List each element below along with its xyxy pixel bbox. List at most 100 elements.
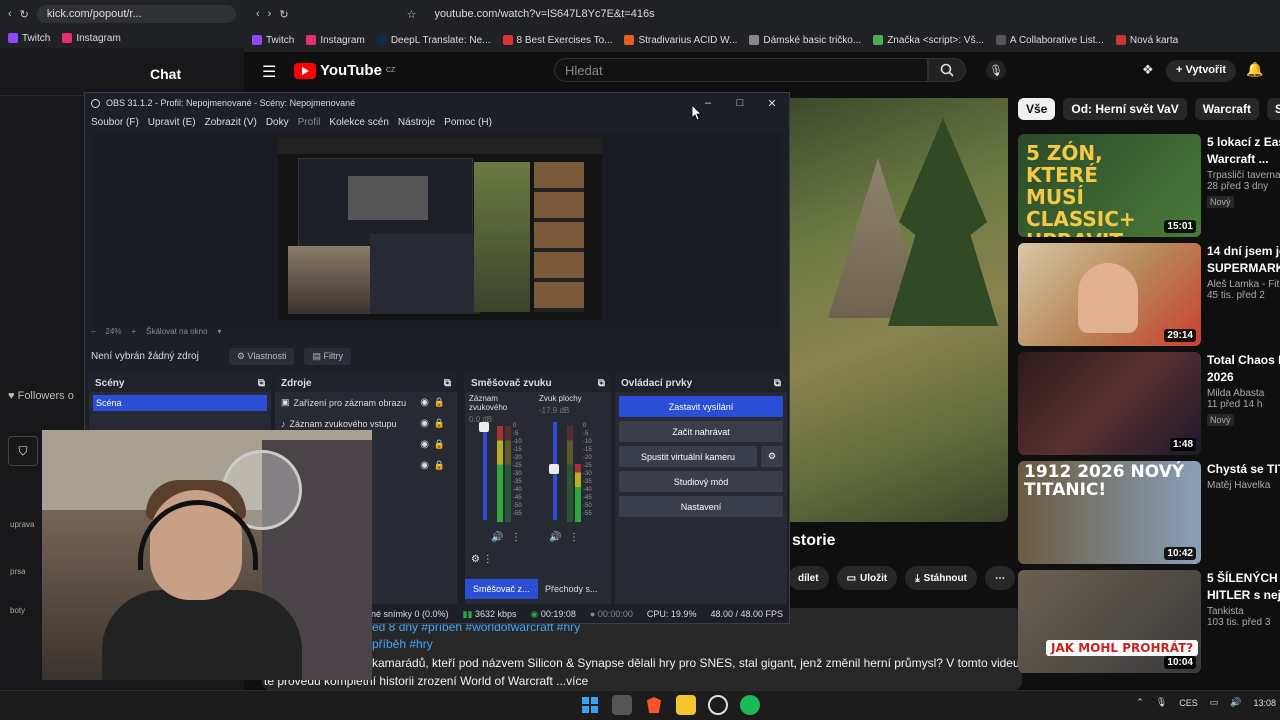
close-icon[interactable]: ✕ xyxy=(757,93,787,113)
volume-slider[interactable] xyxy=(483,422,487,520)
source-row-camera[interactable]: ▣ Zařízení pro záznam obrazu ◉ 🔒 xyxy=(275,392,457,413)
chevron-down-icon[interactable]: ▾ xyxy=(218,327,222,336)
lock-icon[interactable]: 🔒 xyxy=(434,439,445,450)
settings-button[interactable]: Nastavení xyxy=(619,496,783,517)
menu-edit[interactable]: Upravit (E) xyxy=(148,117,196,128)
scene-item[interactable]: Scéna xyxy=(93,395,267,411)
menu-tools[interactable]: Nástroje xyxy=(398,117,435,128)
kebab-menu-icon[interactable]: ⋮ xyxy=(569,532,579,543)
back-icon[interactable]: ‹ xyxy=(8,8,12,20)
forward-icon[interactable]: › xyxy=(268,8,272,20)
bookmark-exercises[interactable]: 8 Best Exercises To... xyxy=(502,35,612,46)
menu-scene-collection[interactable]: Kolekce scén xyxy=(329,117,388,128)
language-indicator[interactable]: CES xyxy=(1179,698,1198,708)
reload-icon[interactable]: ↻ xyxy=(20,8,29,21)
clock[interactable]: 13:08 xyxy=(1253,698,1276,708)
menu-icon[interactable]: ☰ xyxy=(262,62,276,82)
shield-icon[interactable]: ⛉ xyxy=(8,436,38,466)
menu-view[interactable]: Zobrazit (V) xyxy=(205,117,257,128)
stop-streaming-button[interactable]: Zastavit vysílání xyxy=(619,396,783,417)
task-view-icon[interactable] xyxy=(612,695,632,715)
bookmark-collaborative[interactable]: A Collaborative List... xyxy=(995,35,1104,46)
list-item[interactable]: 1:48 Total Chaos K K2 Č Budějov 12 8 202… xyxy=(1018,352,1280,461)
chip-channel[interactable]: Od: Herní svět VaV xyxy=(1063,98,1187,120)
back-icon[interactable]: ‹ xyxy=(256,8,260,20)
dock-popout-icon[interactable]: ⧉ xyxy=(444,378,451,389)
list-item[interactable]: 29:14 14 dní jsem je JEN HOTOVK SUPERMAR… xyxy=(1018,243,1280,352)
list-item[interactable]: 5 ZÓN, KTERÉ MUSÍ CLASSIC+ UPRAVIT 15:01… xyxy=(1018,134,1280,243)
youtube-logo[interactable]: YouTube CZ xyxy=(294,62,395,79)
download-button[interactable]: ⤓ Stáhnout xyxy=(905,566,977,590)
volume-slider-handle[interactable] xyxy=(549,464,559,474)
visibility-eye-icon[interactable]: ◉ xyxy=(420,439,429,450)
microphone-tray-icon[interactable]: 🎙 xyxy=(1156,697,1167,708)
video-player[interactable] xyxy=(788,98,1008,522)
search-icon[interactable] xyxy=(928,58,966,82)
filters-button[interactable]: ▤ Filtry xyxy=(304,347,351,365)
lock-icon[interactable]: 🔒 xyxy=(434,460,445,471)
notifications-bell-icon[interactable]: 🔔 xyxy=(1246,61,1263,78)
scale-to-window[interactable]: Škálovat na okno xyxy=(146,327,207,336)
reload-icon[interactable]: ↻ xyxy=(279,8,288,21)
properties-button[interactable]: ⚙ Vlastnosti xyxy=(228,347,295,365)
dock-popout-icon[interactable]: ⧉ xyxy=(258,378,265,389)
description-hashtags[interactable]: příběh #hry xyxy=(372,637,433,651)
menu-help[interactable]: Pomoc (H) xyxy=(444,117,492,128)
bookmark-star-icon[interactable]: ☆ xyxy=(407,8,417,21)
menu-profile[interactable]: Profil xyxy=(298,117,321,128)
tab-audio-mixer[interactable]: Směšovač z... xyxy=(465,579,538,599)
cast-icon[interactable]: ❖ xyxy=(1142,62,1154,78)
start-virtual-camera-button[interactable]: Spustit virtuální kameru xyxy=(619,446,757,467)
bookmark-deepl[interactable]: DeepL Translate: Ne... xyxy=(376,35,491,46)
youtube-url[interactable]: youtube.com/watch?v=lS647L8Yc7E&t=416s xyxy=(424,5,1272,23)
bookmark-new-tab[interactable]: Nová karta xyxy=(1115,35,1178,46)
microphone-icon[interactable]: 🎙 xyxy=(986,60,1006,80)
share-button[interactable]: dílet xyxy=(788,566,829,590)
bookmark-instagram[interactable]: Instagram xyxy=(62,33,121,44)
bookmark-tshirt[interactable]: Dámské basic tričko... xyxy=(749,35,861,46)
windows-start-icon[interactable] xyxy=(580,695,600,715)
visibility-eye-icon[interactable]: ◉ xyxy=(420,397,429,408)
list-item[interactable]: JAK MOHL PROHRÁT? 10:04 5 ŠÍLENÝCH PARAD… xyxy=(1018,570,1280,679)
bookmark-instagram[interactable]: Instagram xyxy=(306,35,365,46)
search-input[interactable]: Hledat xyxy=(554,58,928,82)
bookmark-twitch[interactable]: Twitch xyxy=(252,35,294,46)
mixer-settings-icon[interactable]: ⚙ ⋮ xyxy=(471,554,493,565)
bookmark-script[interactable]: Značka <script>: Vš... xyxy=(873,35,984,46)
save-button[interactable]: ▭ Uložit xyxy=(836,566,898,590)
studio-mode-button[interactable]: Studiový mód xyxy=(619,471,783,492)
dock-popout-icon[interactable]: ⧉ xyxy=(598,378,605,389)
chip-warcraft[interactable]: Warcraft xyxy=(1194,98,1259,120)
volume-icon[interactable]: 🔊 xyxy=(1230,697,1241,708)
chip-all[interactable]: Vše xyxy=(1018,98,1056,120)
create-button[interactable]: + Vytvořit xyxy=(1166,60,1237,82)
list-item[interactable]: 1912 2026 NOVÝ TITANIC! 10:42 Chystá se … xyxy=(1018,461,1280,570)
speaker-icon[interactable]: 🔊 xyxy=(491,532,503,543)
start-recording-button[interactable]: Začít nahrávat xyxy=(619,421,783,442)
brave-browser-icon[interactable] xyxy=(644,695,664,715)
chip-more[interactable]: So xyxy=(1266,98,1280,120)
bookmark-twitch[interactable]: Twitch xyxy=(8,33,50,44)
kick-url[interactable]: kick.com/popout/r... xyxy=(36,5,236,23)
chevron-up-icon[interactable]: ⌃ xyxy=(1136,697,1144,708)
tab-transitions[interactable]: Přechody s... xyxy=(537,579,606,599)
obs-preview[interactable] xyxy=(93,133,781,327)
dock-popout-icon[interactable]: ⧉ xyxy=(774,378,781,389)
gear-icon[interactable]: ⚙ xyxy=(761,446,783,467)
menu-file[interactable]: Soubor (F) xyxy=(91,117,139,128)
zoom-in-icon[interactable]: + xyxy=(131,327,136,336)
kebab-menu-icon[interactable]: ⋮ xyxy=(511,532,521,543)
lock-icon[interactable]: 🔒 xyxy=(434,397,445,408)
visibility-eye-icon[interactable]: ◉ xyxy=(420,460,429,471)
menu-docks[interactable]: Doky xyxy=(266,117,289,128)
display-icon[interactable]: ▭ xyxy=(1210,697,1219,708)
file-explorer-icon[interactable] xyxy=(676,695,696,715)
zoom-out-icon[interactable]: – xyxy=(91,327,95,336)
volume-slider-handle[interactable] xyxy=(479,422,489,432)
speaker-icon[interactable]: 🔊 xyxy=(549,532,561,543)
obs-app-icon[interactable] xyxy=(708,695,728,715)
bookmark-stradivarius[interactable]: Stradivarius ACID W... xyxy=(624,35,737,46)
visibility-eye-icon[interactable]: ◉ xyxy=(420,418,429,429)
more-actions-button[interactable]: ⋯ xyxy=(984,566,1015,590)
lock-icon[interactable]: 🔒 xyxy=(434,418,445,429)
